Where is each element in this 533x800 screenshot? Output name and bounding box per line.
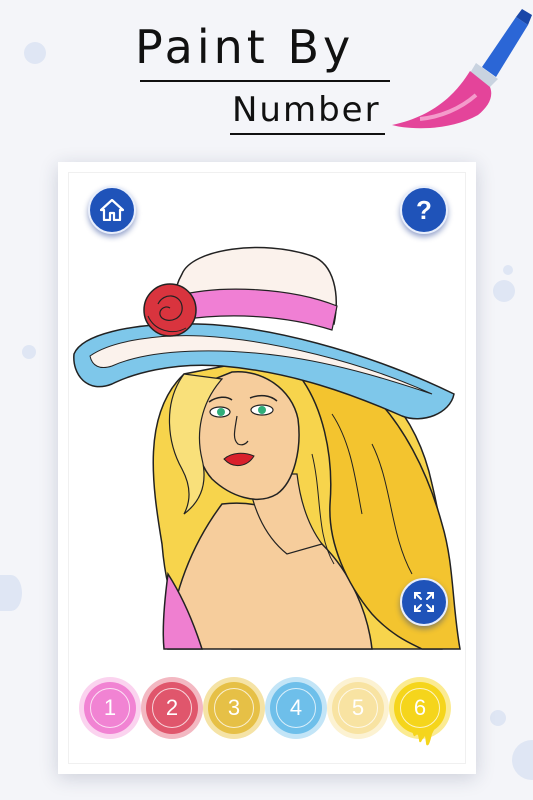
- paint-brush-icon: [392, 9, 532, 129]
- background-bubble: [24, 42, 46, 64]
- home-icon: [100, 199, 124, 221]
- color-swatch-1[interactable]: 1: [84, 682, 136, 734]
- help-button[interactable]: ?: [400, 186, 448, 234]
- background-bubble: [493, 280, 515, 302]
- color-swatch-2[interactable]: 2: [146, 682, 198, 734]
- background-bubble: [0, 575, 22, 611]
- expand-icon: [414, 592, 434, 612]
- swatch-number: 2: [165, 695, 179, 720]
- swatch-number: 6: [413, 695, 427, 720]
- help-label: ?: [416, 194, 432, 225]
- background-bubble: [503, 265, 513, 275]
- paint-drip-icon: [412, 730, 434, 746]
- canvas-card: ? 1 2 3 4 5 6: [58, 162, 476, 774]
- swatch-number: 1: [103, 695, 117, 720]
- expand-button[interactable]: [400, 578, 448, 626]
- app-title-line2: Number: [232, 90, 381, 130]
- home-button[interactable]: [88, 186, 136, 234]
- swatch-number: 4: [289, 695, 303, 720]
- color-swatch-4[interactable]: 4: [270, 682, 322, 734]
- app-title-line1: Paint By: [135, 20, 355, 74]
- background-bubble: [490, 710, 506, 726]
- swatch-number: 3: [227, 695, 241, 720]
- swatch-number: 5: [351, 695, 365, 720]
- background-bubble: [22, 345, 36, 359]
- title-underline: [230, 133, 385, 135]
- title-underline: [140, 80, 390, 82]
- color-palette: 1 2 3 4 5 6: [84, 682, 454, 746]
- background-bubble: [512, 740, 533, 780]
- color-swatch-5[interactable]: 5: [332, 682, 384, 734]
- color-swatch-6[interactable]: 6: [394, 682, 446, 734]
- color-swatch-3[interactable]: 3: [208, 682, 260, 734]
